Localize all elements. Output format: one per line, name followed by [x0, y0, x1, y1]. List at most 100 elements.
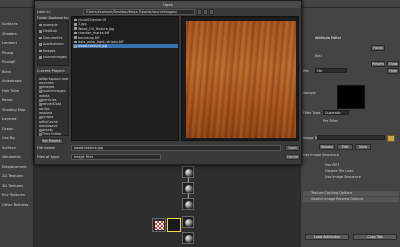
- create-list-item[interactable]: Other Textures: [2, 203, 32, 208]
- parent-folder-icon[interactable]: [209, 9, 214, 15]
- preview-options-label: Swatch Image Preview Options: [311, 197, 364, 201]
- create-list-item[interactable]: Displacement: [2, 165, 32, 170]
- load-attributes-button[interactable]: Load Attributes: [305, 234, 349, 240]
- file-list-item[interactable]: visualChecker.tif: [73, 18, 178, 22]
- create-list-item[interactable]: Layered: [2, 117, 32, 122]
- file-type-select[interactable]: Image Files: [71, 154, 161, 160]
- file-list-item[interactable]: Wood_Oil_Texture.jpg: [73, 27, 178, 31]
- file-list-item[interactable]: dots_ashp_tight_stripes.tiff: [73, 40, 178, 44]
- edit-button[interactable]: Edit: [337, 144, 353, 150]
- file-list-item[interactable]: backdrop.tiff: [73, 36, 178, 40]
- image-file-icon: [74, 45, 77, 48]
- view-button[interactable]: View: [355, 144, 371, 150]
- attribute-editor: Attribute Editor Focus file1 Presets Sho…: [300, 8, 400, 247]
- set-project-button[interactable]: Set Project...: [41, 138, 63, 144]
- panel-header: Attribute Editor: [315, 36, 342, 40]
- create-list-item[interactable]: Anisotropic: [2, 79, 32, 84]
- create-list-item[interactable]: 2D Textures: [2, 174, 32, 179]
- tab-label[interactable]: file1: [315, 54, 322, 58]
- image-name-field[interactable]: [317, 135, 385, 140]
- create-list-item[interactable]: Use Bg: [2, 136, 32, 141]
- look-in-combo[interactable]: /Users/example/Desktop/Maya Tutorial/sou…: [83, 9, 195, 15]
- section-header[interactable]: Texture Caching Options: [303, 191, 399, 196]
- file-type-label: Files of type:: [37, 155, 60, 159]
- swatch-black: [337, 85, 365, 109]
- node-editor[interactable]: [34, 158, 300, 247]
- texture-node[interactable]: [182, 216, 194, 228]
- file-list[interactable]: visualChecker.tif 1.jpg Wood_Oil_Texture.j…: [71, 16, 179, 141]
- bookmark-item[interactable]: Images: [43, 49, 55, 53]
- node-swatch: [185, 219, 193, 227]
- folder-icon[interactable]: [387, 135, 395, 142]
- focus-button[interactable]: Focus: [371, 45, 385, 51]
- file-name: Wood_Oil_Texture.jpg: [78, 26, 115, 31]
- create-list-item[interactable]: Ramp: [2, 98, 32, 103]
- current-project-label: Current Project:: [37, 69, 66, 73]
- node-swatch: [185, 235, 193, 243]
- file-node[interactable]: [152, 218, 166, 232]
- bookmark-item[interactable]: Documents: [43, 36, 62, 40]
- file-name: 1.jpg: [78, 22, 87, 27]
- bookmark-item[interactable]: sourceimages: [43, 55, 67, 59]
- file-list-item[interactable]: checker_marks.tiff: [73, 31, 178, 35]
- open-button[interactable]: Open: [285, 145, 300, 151]
- create-list-item[interactable]: Hair Tube: [2, 89, 32, 94]
- create-list-item[interactable]: Ocean: [2, 127, 32, 132]
- bookmark-item[interactable]: Desktop: [43, 29, 57, 33]
- file-name: backdrop.tiff: [78, 35, 100, 40]
- disable-file-load-checkbox[interactable]: Disable File Load: [325, 169, 354, 173]
- forward-icon[interactable]: [203, 9, 208, 15]
- cancel-button[interactable]: Cancel: [285, 154, 300, 160]
- copy-tab-button[interactable]: Copy Tab: [353, 234, 397, 240]
- back-icon[interactable]: [197, 9, 202, 15]
- image-file-icon: [74, 27, 77, 31]
- create-list-item[interactable]: Surface: [2, 146, 32, 151]
- image-file-icon: [74, 31, 77, 35]
- reload-button[interactable]: Reload: [319, 144, 335, 150]
- file-field[interactable]: File: [315, 68, 347, 73]
- create-list-item[interactable]: Volumetric: [2, 155, 32, 160]
- use-bot-checkbox[interactable]: Use BOT: [325, 163, 339, 167]
- hide-button[interactable]: Hide: [387, 68, 399, 74]
- section-header[interactable]: Swatch Image Preview Options: [303, 197, 399, 202]
- file-list-item[interactable]: 1.jpg: [73, 22, 178, 26]
- bookmarks-list[interactable]: example Desktop Documents Applications Image…: [37, 20, 69, 66]
- create-list-item[interactable]: Phong: [2, 51, 32, 56]
- file-name: checker_marks.tiff: [78, 31, 110, 36]
- project-tree[interactable]: Workspace root scenes images sourceimages da…: [37, 74, 69, 136]
- bookmark-item[interactable]: Applications: [43, 42, 64, 46]
- create-list-item[interactable]: Env Textures: [2, 193, 32, 198]
- filter-type-select[interactable]: Quadratic: [323, 110, 349, 115]
- texture-node[interactable]: [182, 182, 194, 194]
- create-list-item[interactable]: Shaders: [2, 32, 32, 37]
- pre-filter-label[interactable]: Pre Filter: [323, 119, 338, 123]
- image-file-icon: [74, 40, 77, 44]
- create-list-item[interactable]: Lambert: [2, 41, 32, 46]
- file-node-selected[interactable]: [167, 218, 181, 232]
- presets-button[interactable]: Presets: [371, 61, 385, 67]
- create-list-item[interactable]: Surfaces: [2, 22, 32, 27]
- node-swatch: [185, 169, 193, 177]
- dialog-title: Open: [35, 1, 301, 8]
- texture-node[interactable]: [182, 198, 194, 210]
- project-tree-item[interactable]: Time Editor: [42, 132, 61, 136]
- hypershade-create-panel: Surfaces Shaders Lambert Phong PhongE Blinn An…: [0, 8, 34, 247]
- texture-node[interactable]: [182, 232, 194, 244]
- file-list-item[interactable]: wood-texture.jpg: [73, 44, 178, 49]
- sample-label: Sample: [303, 91, 316, 95]
- bookmark-item[interactable]: example: [43, 23, 58, 27]
- create-list-item[interactable]: PhongE: [2, 60, 32, 65]
- folder-icon: [39, 49, 42, 52]
- create-list-item[interactable]: Shading Map: [2, 108, 32, 113]
- use-image-seq-label: Use Image Sequence: [303, 153, 339, 157]
- folder-icon: [39, 30, 42, 33]
- caching-label: Texture Caching Options: [311, 191, 353, 195]
- texture-node[interactable]: [182, 166, 194, 178]
- file-name-input[interactable]: wood-texture.jpg: [71, 145, 281, 151]
- show-button[interactable]: Show: [387, 61, 399, 67]
- look-in-label: Look in:: [37, 10, 52, 14]
- create-list-item[interactable]: Blinn: [2, 70, 32, 75]
- image-file-icon: [74, 23, 77, 26]
- create-list-item[interactable]: 3D Textures: [2, 184, 32, 189]
- use-image-seq-checkbox[interactable]: Use Image Sequence: [325, 175, 361, 179]
